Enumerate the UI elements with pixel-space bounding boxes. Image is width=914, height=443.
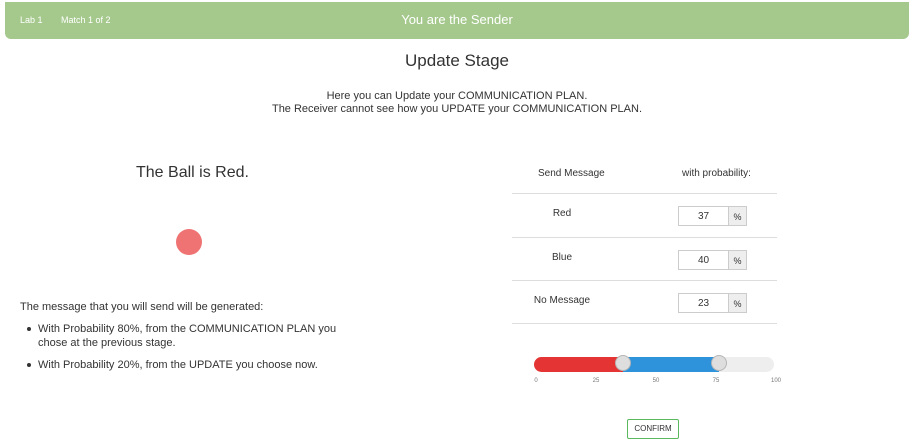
no-message-probability-input[interactable]: 23 (678, 293, 728, 313)
row-label-no-message: No Message (533, 295, 591, 306)
row-label-red: Red (552, 208, 572, 219)
row-divider (512, 323, 777, 324)
generation-text: The message that you will send will be g… (20, 301, 264, 313)
percent-addon: % (728, 206, 747, 226)
probability-header: with probability: (682, 168, 751, 179)
slider-tick: 100 (770, 378, 781, 384)
blue-probability-input[interactable]: 40 (678, 250, 728, 270)
slider-blue-segment (622, 357, 719, 372)
row-divider (512, 237, 777, 238)
probability-slider[interactable] (534, 357, 774, 372)
confirm-button[interactable]: CONFIRM (627, 419, 679, 439)
slider-red-segment (534, 357, 623, 372)
bullet-item: With Probability 80%, from the COMMUNICA… (20, 322, 360, 350)
bullet-item: With Probability 20%, from the UPDATE yo… (20, 358, 360, 372)
slider-handle-2[interactable] (710, 355, 727, 371)
intro-line: Here you can Update your COMMUNICATION P… (326, 90, 588, 102)
intro-line: The Receiver cannot see how you UPDATE y… (271, 103, 643, 115)
percent-addon: % (728, 250, 747, 270)
slider-tick: 25 (592, 378, 600, 384)
slider-tick: 50 (652, 378, 660, 384)
row-divider (512, 193, 777, 194)
slider-tick: 0 (534, 378, 538, 384)
role-title: You are the Sender (401, 12, 513, 27)
slider-tick: 75 (712, 378, 720, 384)
row-divider (512, 280, 777, 281)
slider-handle-1[interactable] (614, 355, 631, 371)
red-probability-input[interactable]: 37 (678, 206, 728, 226)
percent-addon: % (728, 293, 747, 313)
send-message-header: Send Message (538, 168, 605, 179)
ball-color-text: The Ball is Red. (136, 164, 249, 181)
red-ball (176, 229, 202, 255)
stage-title: Update Stage (405, 51, 509, 70)
top-bar: Lab 1 Match 1 of 2 You are the Sender (5, 2, 909, 39)
row-label-blue: Blue (551, 252, 572, 263)
generation-bullets: With Probability 80%, from the COMMUNICA… (20, 322, 360, 380)
intro-text: Here you can Update your COMMUNICATION P… (0, 90, 914, 116)
